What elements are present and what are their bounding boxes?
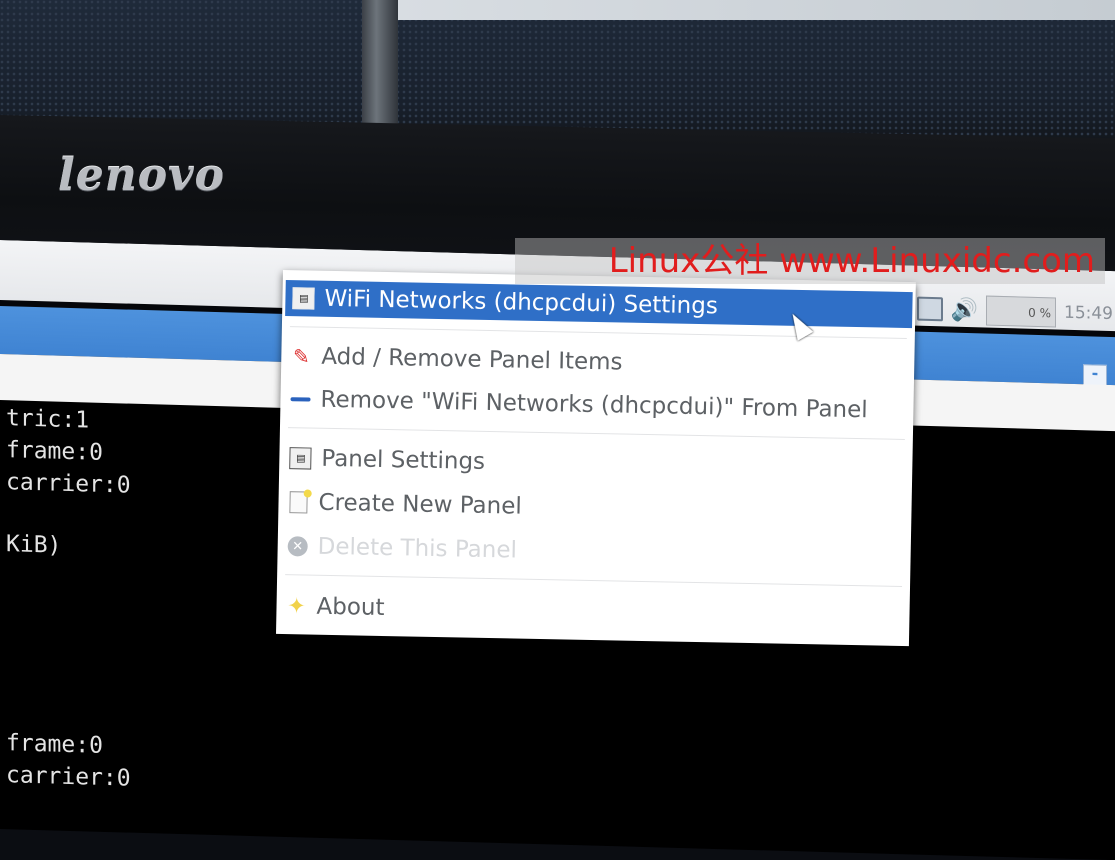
- menu-separator: [287, 427, 905, 440]
- terminal-line: carrier:0: [6, 469, 131, 499]
- terminal-line: tric:1: [6, 405, 90, 434]
- clock[interactable]: 15:49: [1064, 303, 1113, 324]
- cpu-monitor[interactable]: 0 %: [986, 295, 1056, 328]
- menu-item-label: Remove "WiFi Networks (dhcpcdui)" From P…: [320, 386, 868, 424]
- menu-item-wifi-settings[interactable]: ▤ WiFi Networks (dhcpcdui) Settings: [285, 280, 913, 329]
- terminal-line: KiB): [6, 531, 62, 559]
- menu-item-label: Panel Settings: [321, 445, 486, 475]
- menu-item-delete-this-panel: ✕ Delete This Panel: [287, 528, 901, 576]
- panel-settings-icon: ▤: [289, 447, 312, 470]
- menu-item-label: WiFi Networks (dhcpcdui) Settings: [324, 285, 719, 320]
- about-icon: ✦: [287, 593, 307, 619]
- menu-separator: [289, 326, 907, 339]
- volume-icon[interactable]: 🔊: [951, 297, 978, 323]
- system-tray: 🔊 0 % 15:49: [916, 292, 1115, 332]
- network-icon[interactable]: [916, 296, 943, 322]
- site-watermark: Linux公社 www.Linuxidc.com: [515, 238, 1105, 284]
- menu-item-label: Create New Panel: [318, 489, 523, 520]
- minus-icon: [290, 389, 311, 409]
- terminal-line: frame:0: [6, 730, 103, 759]
- menu-item-label: Add / Remove Panel Items: [321, 343, 623, 376]
- background-light: [395, 0, 1115, 20]
- new-panel-icon: [288, 491, 308, 514]
- menu-item-panel-settings[interactable]: ▤ Panel Settings: [289, 440, 903, 488]
- menu-item-label: About: [316, 593, 385, 622]
- delete-icon: ✕: [287, 536, 308, 557]
- menu-item-add-remove-panel-items[interactable]: ✎ Add / Remove Panel Items: [291, 338, 905, 386]
- terminal-line: frame:0: [6, 437, 103, 466]
- menu-item-create-new-panel[interactable]: Create New Panel: [288, 484, 902, 532]
- background-post: [362, 0, 398, 135]
- pencil-icon: ✎: [292, 344, 310, 369]
- menu-item-remove-from-panel[interactable]: Remove "WiFi Networks (dhcpcdui)" From P…: [290, 381, 904, 429]
- menu-item-about[interactable]: ✦ About: [286, 588, 900, 636]
- panel-settings-icon: ▤: [292, 287, 315, 310]
- terminal-line: carrier:0: [6, 762, 131, 792]
- menu-separator: [285, 574, 903, 587]
- panel-context-menu: ▤ WiFi Networks (dhcpcdui) Settings ✎ Ad…: [276, 270, 916, 647]
- lenovo-logo: lenovo: [58, 150, 225, 201]
- menu-item-label: Delete This Panel: [317, 533, 518, 564]
